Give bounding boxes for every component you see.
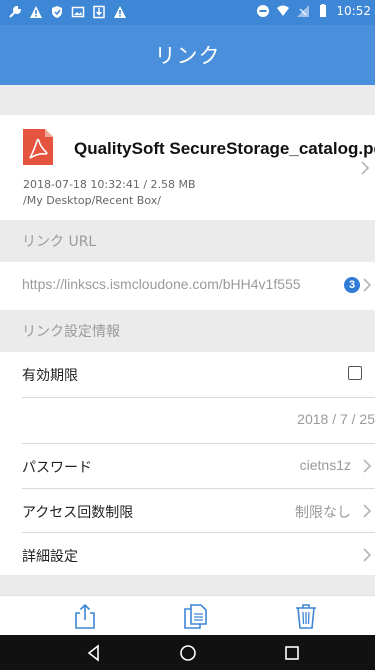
access-limit-value: 制限なし bbox=[295, 504, 351, 520]
file-date-size: 2018-07-18 10:32:41 / 2.58 MB bbox=[23, 178, 196, 191]
file-path: /My Desktop/Recent Box/ bbox=[23, 194, 161, 207]
expiry-date-value: 2018 / 7 / 25 bbox=[297, 411, 375, 427]
system-nav-bar bbox=[0, 635, 375, 670]
status-time: 10:52 bbox=[336, 4, 371, 18]
link-screen: 10:52 リンク QualitySoft SecureStorage_cata… bbox=[0, 0, 375, 670]
status-bar: 10:52 bbox=[0, 0, 375, 25]
password-value: cietns1z bbox=[299, 457, 351, 473]
recents-icon[interactable] bbox=[283, 644, 301, 662]
chevron-right-icon bbox=[362, 504, 372, 518]
wifi-icon bbox=[276, 4, 290, 18]
link-settings-header: リンク設定情報 bbox=[0, 310, 375, 352]
file-name: QualitySoft SecureStorage_catalog.pdf bbox=[74, 139, 375, 158]
file-card[interactable]: QualitySoft SecureStorage_catalog.pdf 20… bbox=[0, 115, 375, 219]
password-label: パスワード bbox=[22, 460, 92, 476]
no-signal-icon bbox=[296, 4, 310, 18]
expiry-date-row[interactable]: 2018 / 7 / 25 bbox=[0, 398, 375, 442]
pdf-icon bbox=[22, 128, 54, 166]
status-left-icons bbox=[8, 5, 127, 19]
shield-icon bbox=[50, 5, 64, 19]
download-icon bbox=[92, 5, 106, 19]
share-icon[interactable] bbox=[72, 602, 98, 630]
expiry-row: 有効期限 bbox=[0, 352, 375, 396]
battery-icon bbox=[316, 4, 330, 18]
access-limit-label: アクセス回数制限 bbox=[22, 505, 134, 521]
warning-icon bbox=[29, 5, 43, 19]
access-limit-row[interactable]: アクセス回数制限 制限なし bbox=[0, 489, 375, 533]
chevron-right-icon bbox=[360, 161, 370, 175]
wrench-icon bbox=[8, 5, 22, 19]
chevron-right-icon bbox=[362, 278, 372, 292]
trash-icon[interactable] bbox=[293, 602, 319, 630]
password-row[interactable]: パスワード cietns1z bbox=[0, 444, 375, 488]
chevron-right-icon bbox=[362, 548, 372, 562]
link-url-text: https://linkscs.ismcloudone.com/bHH4v1f5… bbox=[22, 276, 301, 292]
copy-icon[interactable] bbox=[182, 602, 208, 630]
file-meta: 2018-07-18 10:32:41 / 2.58 MB /My Deskto… bbox=[23, 177, 196, 209]
page-title: リンク bbox=[154, 44, 221, 68]
expiry-label: 有効期限 bbox=[22, 368, 78, 384]
chevron-right-icon bbox=[362, 459, 372, 473]
warning-icon bbox=[113, 5, 127, 19]
home-icon[interactable] bbox=[179, 644, 197, 662]
link-count-badge: 3 bbox=[344, 277, 360, 293]
detail-settings-label: 詳細設定 bbox=[22, 549, 78, 565]
link-url-header: リンク URL bbox=[0, 220, 375, 262]
spacer-band bbox=[0, 85, 375, 115]
dnd-icon bbox=[256, 4, 270, 18]
spacer-band bbox=[0, 575, 375, 595]
back-icon[interactable] bbox=[85, 644, 103, 662]
expiry-checkbox[interactable] bbox=[348, 366, 362, 380]
title-bar: リンク bbox=[0, 25, 375, 85]
link-url-row[interactable]: https://linkscs.ismcloudone.com/bHH4v1f5… bbox=[0, 262, 375, 308]
detail-settings-row[interactable]: 詳細設定 bbox=[0, 533, 375, 577]
image-icon bbox=[71, 5, 85, 19]
bottom-toolbar bbox=[0, 595, 375, 635]
status-right-icons: 10:52 bbox=[256, 4, 371, 18]
